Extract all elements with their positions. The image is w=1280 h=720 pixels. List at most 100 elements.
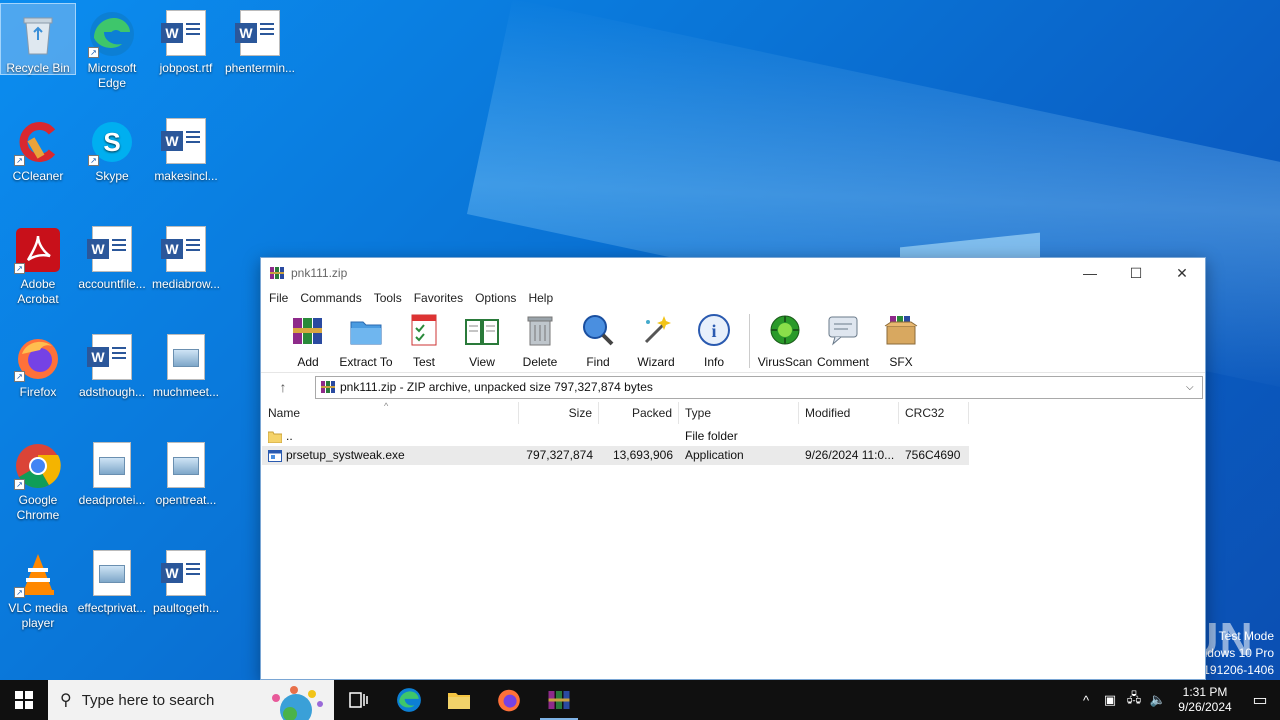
up-one-level-button[interactable]: ↑ xyxy=(271,379,295,395)
svg-text:i: i xyxy=(711,321,716,341)
file-list: Name ^ Size Packed Type Modified CRC32 .… xyxy=(262,401,1205,679)
tool-label: Extract To xyxy=(339,355,393,369)
watermark-line: .191206-1406 xyxy=(1199,663,1274,677)
taskbar-file-explorer[interactable] xyxy=(434,680,484,720)
view-button[interactable]: View xyxy=(453,312,511,369)
clock[interactable]: 1:31 PM 9/26/2024 xyxy=(1170,685,1240,715)
close-icon: ✕ xyxy=(1176,264,1188,281)
list-header: Name ^ Size Packed Type Modified CRC32 xyxy=(262,401,969,424)
tool-label: Info xyxy=(703,355,724,369)
shortcut-arrow-icon: ↗ xyxy=(88,155,99,166)
file-modified xyxy=(799,427,899,446)
menu-help[interactable]: Help xyxy=(522,291,559,305)
tool-label: VirusScan xyxy=(757,355,813,369)
title-bar[interactable]: pnk111.zip — ☐ ✕ xyxy=(261,258,1205,288)
desktop-icon-opentreat[interactable]: opentreat... xyxy=(149,436,223,510)
shortcut-arrow-icon: ↗ xyxy=(14,479,25,490)
wizard-button[interactable]: Wizard xyxy=(627,312,685,369)
sfx-button[interactable]: SFX xyxy=(872,312,930,369)
table-row[interactable]: .. File folder xyxy=(262,427,969,446)
desktop-icon-label: makesincl... xyxy=(154,169,218,183)
menu-bar: File Commands Tools Favorites Options He… xyxy=(261,288,1205,308)
file-name: prsetup_systweak.exe xyxy=(286,448,405,462)
desktop-icon-accountfile[interactable]: W accountfile... xyxy=(75,220,149,294)
delete-button[interactable]: Delete xyxy=(511,312,569,369)
column-header-packed[interactable]: Packed xyxy=(599,402,679,424)
network-icon[interactable]: 🖧 xyxy=(1122,689,1146,711)
menu-favorites[interactable]: Favorites xyxy=(408,291,469,305)
tool-label: Wizard xyxy=(637,355,675,369)
tool-label: Comment xyxy=(816,355,869,369)
desktop-icon-adsthough[interactable]: W adsthough... xyxy=(75,328,149,402)
menu-tools[interactable]: Tools xyxy=(368,291,408,305)
image-file-icon xyxy=(162,334,210,382)
desktop-icon-makesincl[interactable]: W makesincl... xyxy=(149,112,223,186)
address-bar: ↑ pnk111.zip - ZIP archive, unpacked siz… xyxy=(261,373,1205,401)
column-header-type[interactable]: Type xyxy=(679,402,799,424)
desktop-icon-label: jobpost.rtf xyxy=(159,61,213,75)
desktop-icon-label: VLC media player xyxy=(8,601,68,630)
desktop-icon-mediabrow[interactable]: W mediabrow... xyxy=(149,220,223,294)
column-header-modified[interactable]: Modified xyxy=(799,402,899,424)
taskbar-winrar[interactable] xyxy=(534,680,584,720)
desktop-icon-jobpost[interactable]: W jobpost.rtf xyxy=(149,4,223,78)
column-header-name[interactable]: Name ^ xyxy=(262,401,519,424)
toolbar-separator xyxy=(749,314,750,368)
comment-button[interactable]: Comment xyxy=(814,312,872,369)
volume-icon[interactable]: 🔈 xyxy=(1146,692,1170,708)
virusscan-button[interactable]: VirusScan xyxy=(756,312,814,369)
minimize-button[interactable]: — xyxy=(1067,258,1113,288)
menu-options[interactable]: Options xyxy=(469,291,522,305)
taskbar-firefox[interactable] xyxy=(484,680,534,720)
extract-to-button[interactable]: Extract To xyxy=(337,312,395,369)
desktop-icon-paultogeth[interactable]: W paultogeth... xyxy=(149,544,223,618)
device-icon[interactable]: ▣ xyxy=(1098,692,1122,708)
chevron-up-icon[interactable]: ^ xyxy=(1074,693,1098,708)
desktop-icon-effectprivat[interactable]: effectprivat... xyxy=(75,544,149,618)
shortcut-arrow-icon: ↗ xyxy=(14,587,25,598)
menu-commands[interactable]: Commands xyxy=(294,291,367,305)
archive-path-field[interactable]: pnk111.zip - ZIP archive, unpacked size … xyxy=(315,375,1203,399)
folder-icon xyxy=(268,431,282,443)
table-row[interactable]: prsetup_systweak.exe 797,327,874 13,693,… xyxy=(262,446,969,465)
desktop-icon-label: Adobe Acrobat xyxy=(17,277,59,306)
desktop-icon-phentermin[interactable]: W phentermin... xyxy=(223,4,297,78)
clock-time: 1:31 PM xyxy=(1182,685,1228,699)
column-header-size[interactable]: Size xyxy=(519,402,599,424)
menu-file[interactable]: File xyxy=(263,291,294,305)
info-button[interactable]: i Info xyxy=(685,312,743,369)
desktop-icon-microsoft-edge[interactable]: ↗ Microsoft Edge xyxy=(75,4,149,90)
image-file-icon xyxy=(88,550,136,598)
start-button[interactable] xyxy=(0,680,48,720)
taskbar-edge[interactable] xyxy=(384,680,434,720)
word-document-icon: W xyxy=(161,226,210,274)
test-button[interactable]: Test xyxy=(395,312,453,369)
window-title: pnk111.zip xyxy=(291,266,348,280)
edge-icon: ↗ xyxy=(88,10,136,58)
column-header-crc32[interactable]: CRC32 xyxy=(899,402,969,424)
comment-icon xyxy=(828,316,858,346)
firefox-icon: ↗ xyxy=(14,334,62,382)
chevron-down-icon[interactable]: ⌵ xyxy=(1186,382,1202,393)
desktop-icon-recycle-bin[interactable]: Recycle Bin xyxy=(0,3,76,75)
desktop-icon-deadprotei[interactable]: deadprotei... xyxy=(75,436,149,510)
desktop-icon-skype[interactable]: S ↗ Skype xyxy=(75,112,149,186)
desktop-icon-label: Skype xyxy=(95,169,129,183)
desktop-icon-ccleaner[interactable]: ↗ CCleaner xyxy=(1,112,75,186)
desktop-icon-muchmeet[interactable]: muchmeet... xyxy=(149,328,223,402)
watermark-line: ndows 10 Pro xyxy=(1200,646,1274,660)
desktop-icon-firefox[interactable]: ↗ Firefox xyxy=(1,328,75,402)
desktop-icon-label: paultogeth... xyxy=(152,601,220,615)
desktop-icon-google-chrome[interactable]: ↗ Google Chrome xyxy=(1,436,75,526)
winrar-window: pnk111.zip — ☐ ✕ File Commands Tools Fav… xyxy=(260,257,1206,680)
maximize-button[interactable]: ☐ xyxy=(1113,258,1159,288)
notification-center-icon[interactable]: ▭ xyxy=(1240,690,1280,710)
task-view-button[interactable] xyxy=(334,680,384,720)
taskbar-search-box[interactable]: ⚲ Type here to search xyxy=(48,680,334,720)
add-button[interactable]: Add xyxy=(279,312,337,369)
desktop-icon-adobe-acrobat[interactable]: ↗ Adobe Acrobat xyxy=(1,220,75,310)
close-button[interactable]: ✕ xyxy=(1159,258,1205,288)
desktop-icon-vlc[interactable]: ↗ VLC media player xyxy=(1,544,75,634)
find-button[interactable]: Find xyxy=(569,312,627,369)
archive-path-text: pnk111.zip - ZIP archive, unpacked size … xyxy=(340,380,653,394)
